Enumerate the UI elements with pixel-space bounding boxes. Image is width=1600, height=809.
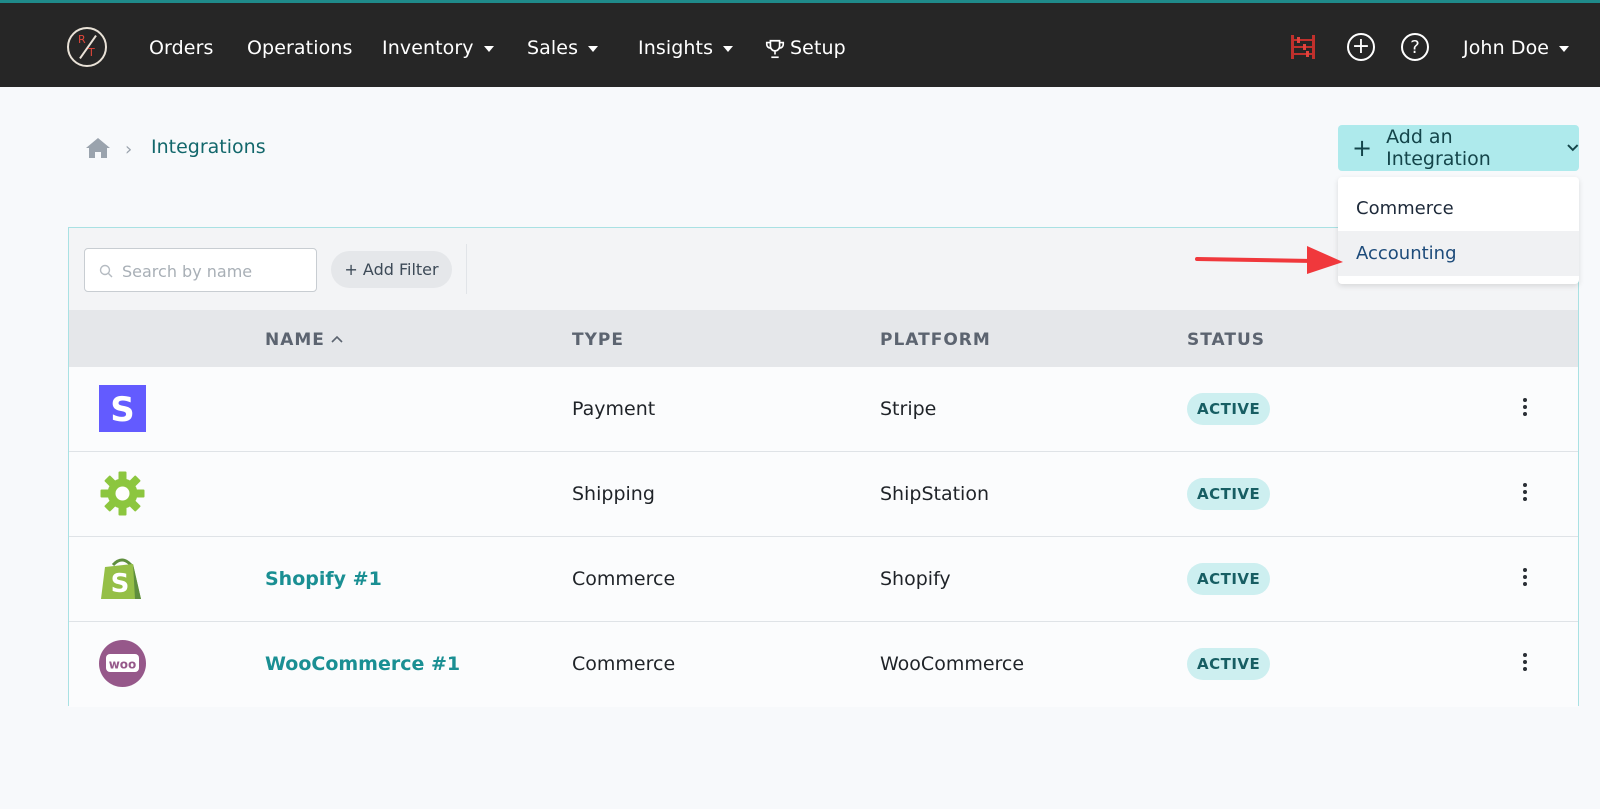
user-menu[interactable]: John Doe: [1463, 35, 1570, 61]
add-integration-label: Add an Integration: [1386, 126, 1491, 170]
add-filter-button[interactable]: + Add Filter: [331, 251, 452, 288]
breadcrumb-separator: ›: [125, 139, 133, 160]
caret-down-icon: [1559, 45, 1570, 52]
search-input[interactable]: [122, 260, 307, 282]
table-row[interactable]: woo WooCommerce #1 Commerce WooCommerce …: [69, 622, 1578, 707]
page-title: Integrations: [151, 136, 266, 158]
company-logo[interactable]: R T: [67, 27, 107, 67]
row-type: Shipping: [572, 483, 655, 505]
status-badge: ACTIVE: [1187, 393, 1271, 425]
row-platform: WooCommerce: [880, 653, 1025, 675]
menu-item-commerce[interactable]: Commerce: [1338, 186, 1579, 231]
abacus-icon[interactable]: [1289, 33, 1317, 61]
toolbar-divider: [466, 244, 467, 294]
column-header-type[interactable]: TYPE: [572, 330, 624, 350]
table-row[interactable]: Shipping ShipStation ACTIVE: [69, 452, 1578, 537]
plus-icon: +: [1352, 134, 1373, 162]
woocommerce-logo: woo: [99, 640, 146, 687]
row-platform: ShipStation: [880, 483, 989, 505]
nav-sales[interactable]: Sales: [527, 35, 599, 61]
integration-type-menu: Commerce Accounting: [1338, 177, 1579, 284]
annotation-arrow: [1195, 246, 1343, 274]
row-type: Payment: [572, 398, 656, 420]
table-row[interactable]: S Payment Stripe ACTIVE: [69, 367, 1578, 452]
row-name-link[interactable]: Shopify #1: [265, 568, 382, 590]
row-actions-kebab-icon[interactable]: [1521, 653, 1529, 675]
column-header-platform[interactable]: PLATFORM: [880, 330, 991, 350]
row-name-link[interactable]: WooCommerce #1: [265, 653, 460, 675]
nav-insights-label: Insights: [638, 37, 714, 59]
row-platform: Shopify: [880, 568, 951, 590]
row-type: Commerce: [572, 568, 676, 590]
add-integration-button[interactable]: + Add an Integration: [1338, 125, 1579, 171]
nav-inventory-label: Inventory: [382, 37, 474, 59]
nav-orders-label: Orders: [149, 37, 214, 59]
table-header: NAME TYPE PLATFORM STATUS: [69, 310, 1578, 367]
nav-setup-label: Setup: [790, 37, 846, 59]
svg-text:S: S: [111, 569, 130, 599]
plus-circle-icon[interactable]: +: [1347, 33, 1375, 61]
column-header-status[interactable]: STATUS: [1187, 330, 1265, 350]
chevron-down-icon: [1567, 144, 1579, 152]
svg-text:woo: woo: [109, 658, 137, 672]
top-navigation-bar: R T Orders Operations Inventory Sales In…: [0, 0, 1600, 87]
search-box: [84, 248, 317, 292]
nav-inventory[interactable]: Inventory: [382, 35, 494, 61]
caret-down-icon: [483, 45, 494, 52]
home-icon[interactable]: [85, 137, 111, 159]
status-badge: ACTIVE: [1187, 478, 1271, 510]
table-row[interactable]: S Shopify #1 Commerce Shopify ACTIVE: [69, 537, 1578, 622]
row-actions-kebab-icon[interactable]: [1521, 398, 1529, 420]
row-actions-kebab-icon[interactable]: [1521, 568, 1529, 590]
sort-ascending-icon: [331, 335, 343, 343]
status-badge: ACTIVE: [1187, 648, 1271, 680]
nav-orders[interactable]: Orders: [149, 35, 214, 61]
caret-down-icon: [723, 45, 734, 52]
stripe-logo: S: [99, 385, 146, 432]
row-platform: Stripe: [880, 398, 937, 420]
user-name: John Doe: [1463, 37, 1550, 59]
row-type: Commerce: [572, 653, 676, 675]
shipstation-logo: [100, 471, 145, 516]
column-header-name[interactable]: NAME: [265, 330, 343, 350]
shopify-logo: S: [101, 558, 141, 599]
status-badge: ACTIVE: [1187, 563, 1271, 595]
menu-item-accounting[interactable]: Accounting: [1338, 231, 1579, 276]
trophy-icon: [765, 39, 785, 58]
nav-operations[interactable]: Operations: [247, 35, 352, 61]
nav-insights[interactable]: Insights: [638, 35, 734, 61]
help-icon[interactable]: ?: [1401, 33, 1429, 61]
caret-down-icon: [588, 45, 599, 52]
column-header-name-label: NAME: [265, 330, 325, 350]
nav-sales-label: Sales: [527, 37, 579, 59]
row-actions-kebab-icon[interactable]: [1521, 483, 1529, 505]
nav-setup[interactable]: Setup: [764, 35, 846, 61]
search-icon: [99, 264, 113, 278]
svg-text:S: S: [110, 390, 135, 430]
nav-operations-label: Operations: [247, 37, 353, 59]
integrations-panel: + Add Filter NAME TYPE PLATFORM STATUS S…: [68, 227, 1579, 707]
